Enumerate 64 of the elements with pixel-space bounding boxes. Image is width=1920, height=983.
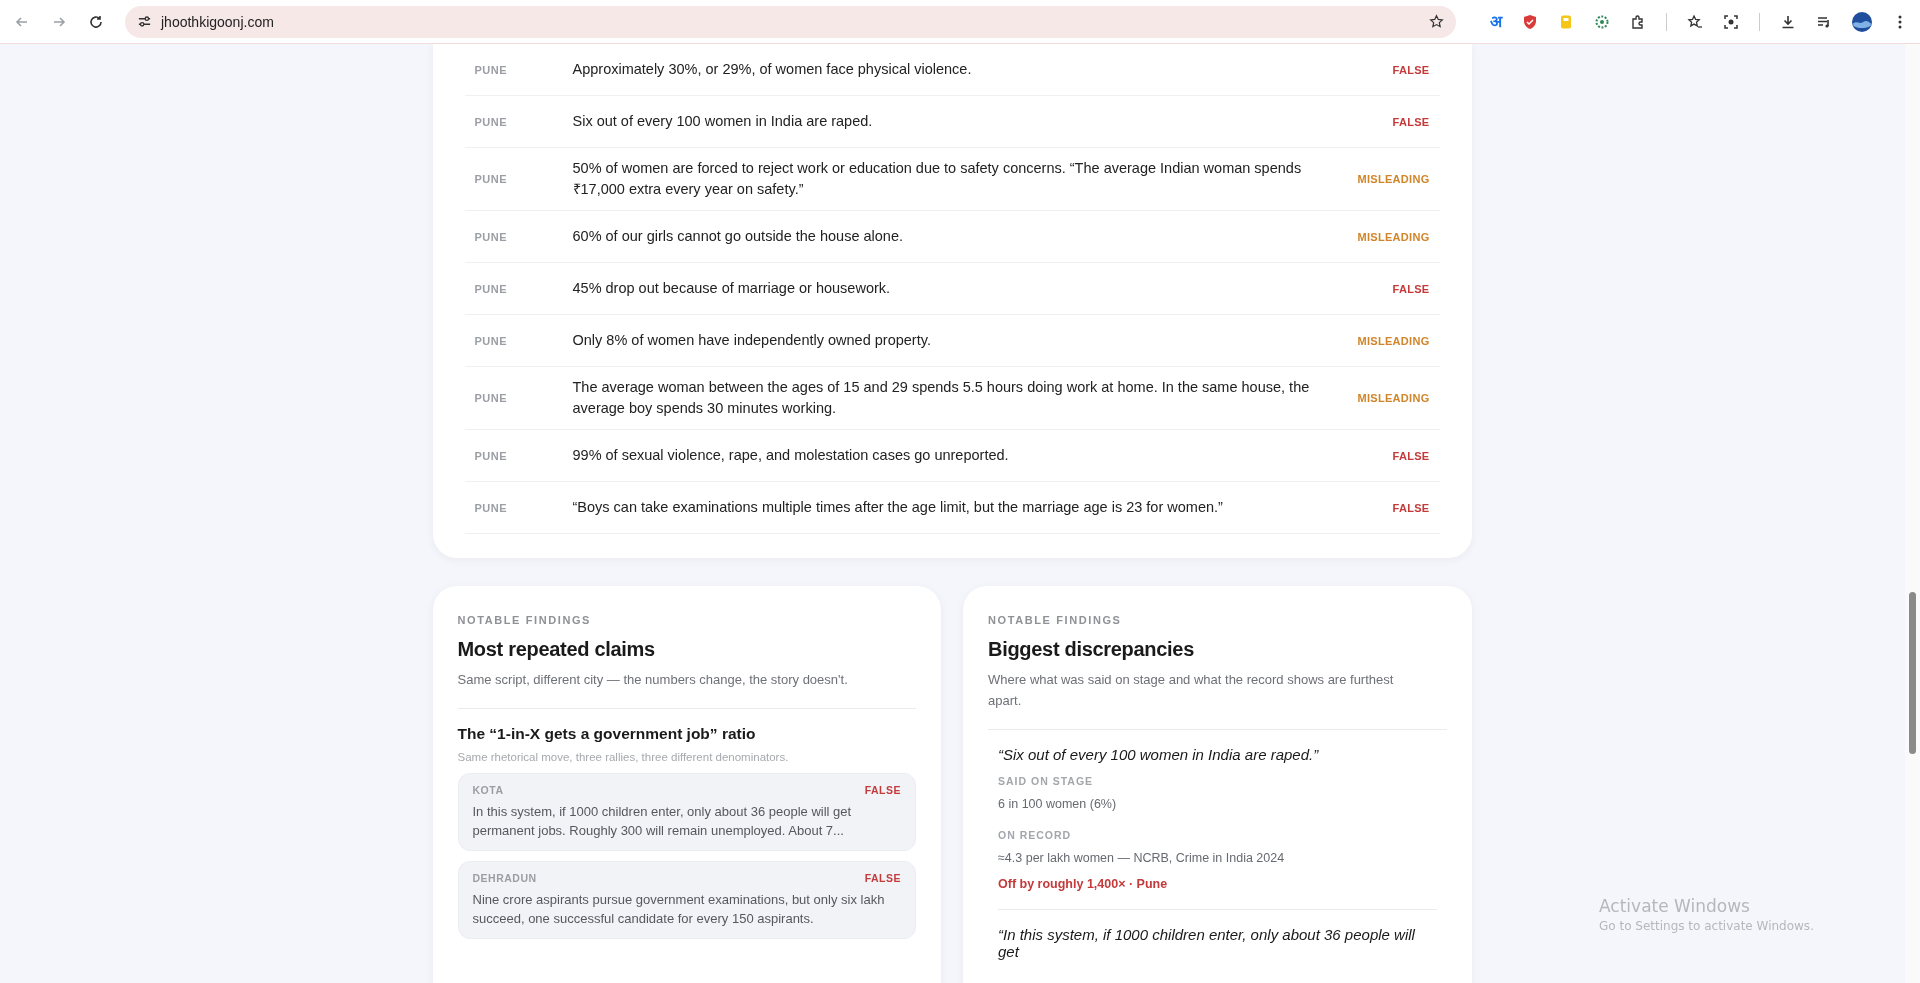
activation-title: Activate Windows <box>1599 896 1751 916</box>
puzzle-icon[interactable] <box>1630 13 1646 30</box>
group-title: The “1-in-X gets a government job” ratio <box>457 725 757 743</box>
verdict-label: MISLEADING <box>1356 230 1430 243</box>
verdict-label: FALSE <box>864 872 901 884</box>
verdict-label: FALSE <box>1391 115 1430 128</box>
record-value: ≈4.3 per lakh women — NCRB, Crime in India 2024 <box>998 851 1286 865</box>
claim-text: 60% of our girls cannot go outside the house alone. <box>572 227 904 246</box>
said-value: 6 in 100 women (6%) <box>998 797 1118 811</box>
verdict-label: FALSE <box>1391 501 1430 514</box>
group-note: Same rhetorical move, three rallies, three different denominators. <box>457 751 790 763</box>
verdict-label: FALSE <box>1391 449 1430 462</box>
verdict-label: MISLEADING <box>1356 392 1430 404</box>
card-subtitle: Where what was said on stage and what the record shows are furthest apart. <box>988 671 1395 710</box>
site-settings-icon[interactable] <box>137 14 152 29</box>
translate-extension[interactable]: अ <box>1490 13 1502 30</box>
card-title: Biggest discrepancies <box>988 638 1195 661</box>
city-label: PUNE <box>474 334 509 347</box>
avatar-icon[interactable] <box>1852 11 1872 32</box>
claim-text: Only 8% of women have independently owned property. <box>572 331 932 350</box>
verdict-label: FALSE <box>864 784 901 796</box>
download-icon[interactable] <box>1780 13 1796 30</box>
claim-text: 99% of sexual violence, rape, and molestation cases go unreported. <box>572 446 1010 465</box>
section-eyebrow: NOTABLE FINDINGS <box>457 614 593 626</box>
url-text: jhoothkigoonj.com <box>161 13 274 30</box>
shield-icon[interactable] <box>1522 13 1538 30</box>
scrollbar-thumb[interactable] <box>1909 592 1916 754</box>
said-label: SAID ON STAGE <box>998 775 1095 787</box>
city-label: PUNE <box>474 282 509 295</box>
verdict-label: MISLEADING <box>1356 173 1430 185</box>
claim-text: Approximately 30%, or 29%, of women face physical violence. <box>572 60 973 79</box>
star-list-icon[interactable] <box>1687 13 1703 30</box>
city-label: PUNE <box>474 63 509 76</box>
verdict-label: MISLEADING <box>1356 334 1430 347</box>
section-eyebrow: NOTABLE FINDINGS <box>988 614 1123 626</box>
city-label: PUNE <box>474 115 509 128</box>
claim-text: 45% drop out because of marriage or housework. <box>572 279 892 298</box>
claim-text: 50% of women are forced to reject work or education due to safety concerns. “The average Indian woman spends ₹17,000 extra every year on safety.” <box>572 159 1303 199</box>
city-label: PUNE <box>474 230 509 243</box>
card-title: Most repeated claims <box>457 638 656 661</box>
record-label: ON RECORD <box>998 829 1073 841</box>
city-label: KOTA <box>472 784 504 796</box>
city-label: PUNE <box>474 392 509 404</box>
verdict-label: FALSE <box>1391 282 1430 295</box>
activation-text: Go to Settings to activate Windows. <box>1599 919 1814 933</box>
city-label: PUNE <box>474 173 509 185</box>
card-subtitle: Same script, different city — the numbers change, the story doesn't. <box>457 671 849 689</box>
quote-text: “In this system, if 1000 children enter, only about 36 people will get <box>998 926 1416 960</box>
gap-text: Off by roughly 1,400× · Pune <box>998 877 1169 891</box>
gear-icon[interactable] <box>1594 13 1610 30</box>
city-label: DEHRADUN <box>472 872 537 884</box>
lens-icon[interactable] <box>1723 13 1739 30</box>
reload-icon[interactable] <box>88 13 104 30</box>
claim-text: “Boys can take examinations multiple times after the age limit, but the marriage age is 23 for women.” <box>572 498 1224 517</box>
verdict-label: FALSE <box>1391 63 1430 76</box>
claim-text: Nine crore aspirants pursue government examinations, but only six lakh succeed, one successful candidate for every 150 aspirants. <box>472 891 886 928</box>
city-label: PUNE <box>474 501 509 514</box>
claim-text: The average woman between the ages of 15 and 29 spends 5.5 hours doing work at home. In the same house, the average boy spends 30 minutes working. <box>572 378 1310 418</box>
city-label: PUNE <box>474 449 509 462</box>
address-bar[interactable]: jhoothkigoonj.com <box>125 5 1456 38</box>
claim-text: Six out of every 100 women in India are raped. <box>572 112 874 131</box>
bookmark-star-icon[interactable] <box>1429 14 1444 29</box>
claim-text: In this system, if 1000 children enter, only about 36 people will get permanent jobs. Roughly 300 will remain unemployed. About 7... <box>472 803 853 840</box>
quote-text: “Six out of every 100 women in India are raped.” <box>998 746 1320 763</box>
